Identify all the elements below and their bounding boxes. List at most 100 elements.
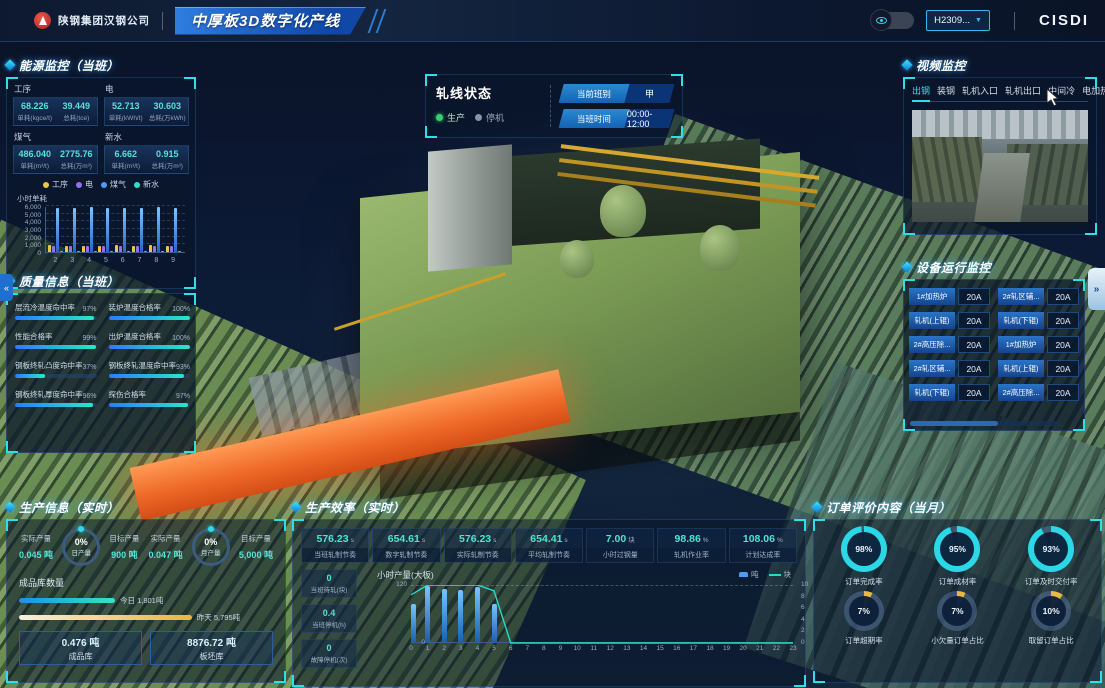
axis-tick-label: 0 — [401, 639, 425, 646]
progress-bar — [109, 374, 191, 378]
video-monitor-panel: 视频监控 出钢装钢轧机入口轧机出口中间冷电加热 — [903, 56, 1097, 235]
heat-number-dropdown[interactable]: H2309... ▼ — [926, 10, 990, 31]
equipment-panel-title: 设备运行监控 — [916, 259, 991, 276]
camera-tab-2[interactable]: 轧机入口 — [962, 84, 998, 97]
bar — [153, 246, 156, 252]
quality-value: 100% — [172, 335, 190, 342]
camera-tab-1[interactable]: 装钢 — [937, 84, 955, 97]
energy-group-box: 68.226单耗(kgce/t)39.449总耗(tce) — [13, 97, 98, 126]
legend-dot — [43, 182, 49, 188]
quality-label: 出炉温度合格率 — [109, 331, 162, 342]
bar — [82, 246, 85, 252]
yellow-railing — [334, 272, 506, 330]
axis-tick-label: 1,000 — [15, 242, 41, 249]
scrollbar-thumb[interactable] — [910, 421, 998, 426]
axis-tick-label: 3,000 — [15, 227, 41, 234]
camera-tab-3[interactable]: 轧机出口 — [1005, 84, 1041, 97]
quality-item: 出炉温度合格率 100% — [109, 331, 191, 349]
axis-tick-label: 5 — [98, 257, 113, 264]
bar — [115, 245, 118, 252]
concrete-pillar — [428, 144, 512, 271]
stat-unit: s — [564, 537, 567, 544]
stock-bar — [19, 615, 192, 620]
device-name: 2#高压除... — [998, 384, 1044, 401]
scene-glow — [300, 100, 920, 520]
progress-bar — [15, 403, 97, 407]
bar — [136, 246, 139, 252]
quality-label: 钢板终轧凸度命中率 — [15, 360, 83, 371]
camera-feed[interactable] — [912, 110, 1088, 222]
mill-superstructure — [430, 138, 760, 251]
finished-stock-value: 0.476 吨 — [62, 634, 100, 649]
axis-tick-label: 7 — [132, 257, 147, 264]
progress-fill — [109, 316, 191, 320]
energy-hourly-chart: 23456789 01,0002,0003,0004,0005,0006,000 — [15, 205, 189, 267]
energy-stat: 2775.76总耗(万m³) — [56, 146, 98, 173]
axis-tick-label: 7 — [521, 645, 533, 652]
energy-value: 39.449 — [58, 101, 96, 111]
axis-tick-label: 2 — [801, 627, 805, 634]
order-gauge-value: 10% — [1043, 606, 1060, 616]
stopped-status-dot — [475, 114, 482, 121]
device-name: 2#轧区辅... — [998, 288, 1044, 305]
stat-unit: % — [703, 537, 709, 544]
prod-stat-label: 目标产量 — [239, 533, 273, 544]
order-gauge-label: 订单及时交付率 — [1025, 576, 1078, 587]
legend-item: 新水 — [134, 179, 159, 190]
bar — [178, 251, 181, 252]
collapse-panel-right-button[interactable]: » — [1088, 268, 1105, 310]
bar — [60, 251, 63, 252]
axis-tick-label: 9 — [166, 257, 181, 264]
efficiency-stat: 654.41s平均轧制节奏 — [515, 528, 583, 563]
camera-tab-5[interactable]: 电加热 — [1082, 84, 1105, 97]
quality-item: 装炉温度合格率100% — [109, 302, 191, 320]
legend-item: 电 — [76, 179, 93, 190]
gauge-label: 月产量 — [201, 547, 221, 557]
energy-stat: 68.226单耗(kgce/t) — [14, 98, 56, 125]
shift-label: 当前班别 — [577, 88, 611, 100]
axis-tick-label: 4 — [82, 257, 97, 264]
prod-stat-label: 实际产量 — [19, 533, 53, 544]
axis-tick-label: 17 — [687, 645, 699, 652]
stat-value: 654.41 — [530, 533, 562, 545]
stock-bar-row: 今日 1,801吨 — [19, 595, 273, 606]
progress-bar — [15, 345, 97, 349]
device-name: 轧机(下辊) — [998, 312, 1044, 329]
axis-tick-label: 4,000 — [15, 219, 41, 226]
slab-stock-value: 8876.72 吨 — [187, 634, 236, 649]
order-gauge-label: 订单完成率 — [845, 576, 883, 587]
order-gauge-label: 订单超期率 — [845, 635, 883, 646]
visibility-toggle[interactable] — [872, 12, 914, 29]
gridline — [46, 205, 185, 206]
energy-group-name: 新水 — [105, 131, 189, 143]
order-gauge-value: 93% — [1043, 544, 1060, 554]
bar — [98, 246, 101, 252]
bar — [123, 208, 126, 252]
energy-unit-label: 单耗(kgce/t) — [16, 112, 54, 122]
axis-tick-label: 8 — [149, 257, 164, 264]
prod-stat-value: 0.047 吨 — [149, 548, 183, 561]
axis-tick-label: 5 — [488, 645, 500, 652]
device-value: 20A — [1047, 336, 1079, 353]
production-info-panel: 生产信息（实时） 实际产量0.045 吨0%日产量目标产量900 吨实际产量0.… — [6, 498, 286, 683]
production-gauge: 0%月产量 — [192, 528, 230, 566]
axis-tick-label: 6,000 — [15, 204, 41, 211]
device-readout: 1#加热炉20A — [909, 288, 990, 305]
bar — [161, 251, 164, 252]
efficiency-panel: 生产效率（实时） 576.23s当班轧制节奏654.61s数字轧制节奏576.2… — [292, 498, 806, 687]
stat-unit: s — [493, 537, 496, 544]
camera-tab-0[interactable]: 出钢 — [912, 84, 930, 97]
efficiency-side-stat: 0当班待轧(块) — [301, 569, 357, 598]
legend-label: 电 — [85, 179, 93, 190]
axis-tick-label: 19 — [721, 645, 733, 652]
energy-stat: 486.040单耗(m³/t) — [14, 146, 56, 173]
video-panel-title: 视频监控 — [916, 57, 966, 74]
device-value: 20A — [958, 288, 990, 305]
bar — [77, 251, 80, 252]
actual-output-stat: 实际产量0.045 吨 — [19, 533, 53, 561]
bar-group — [149, 207, 164, 252]
bar — [56, 208, 59, 252]
progress-fill — [109, 345, 191, 349]
collapse-panel-left-button[interactable]: « — [0, 274, 13, 301]
progress-fill — [15, 345, 96, 349]
